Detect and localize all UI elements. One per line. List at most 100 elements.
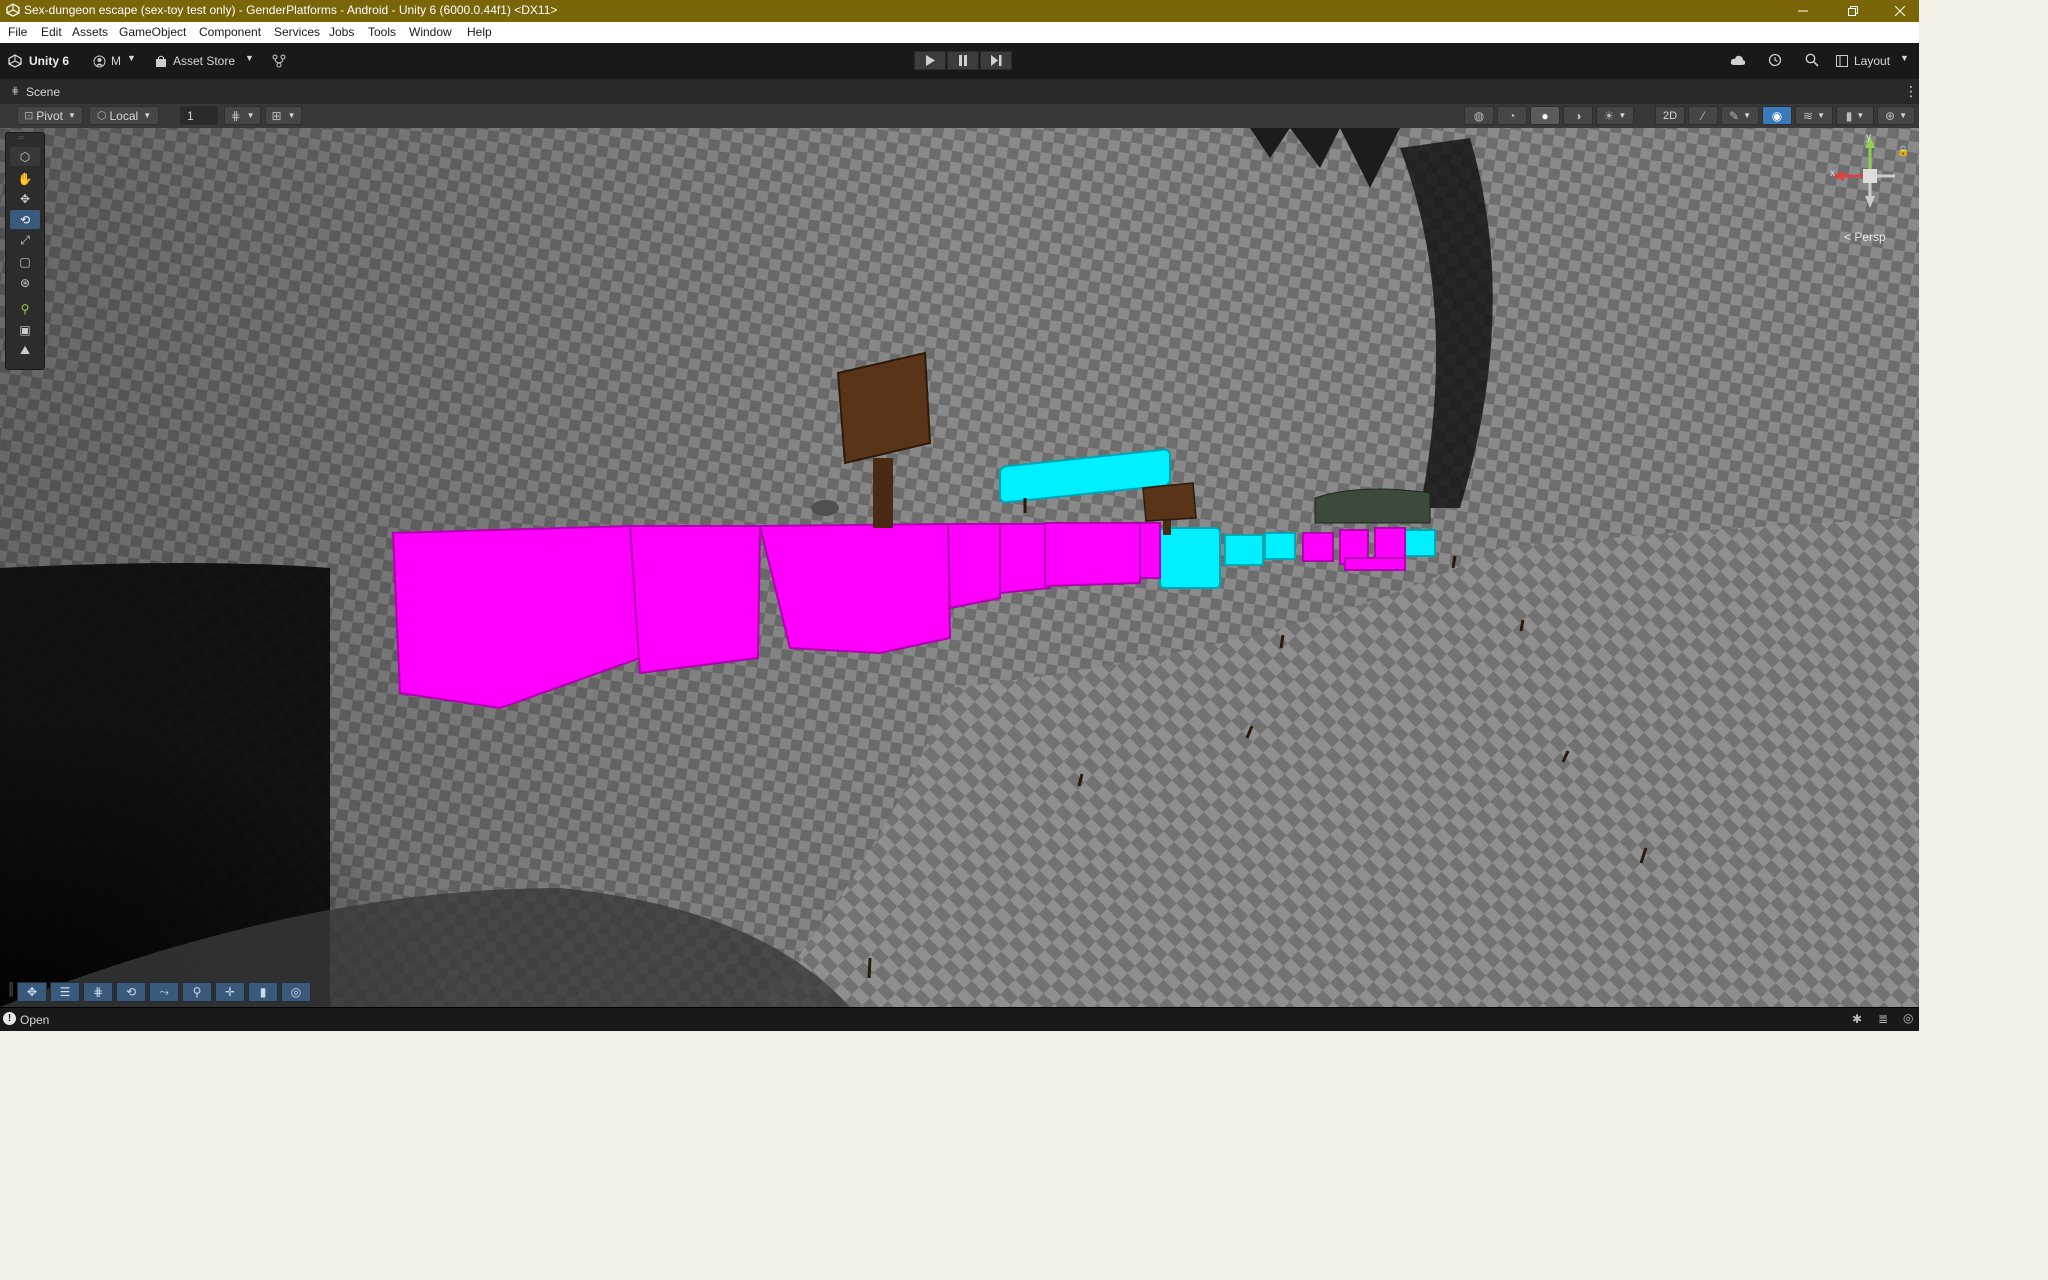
custom-tool-button[interactable]: ⚲ (10, 299, 40, 318)
layers-icon: ≋ (1803, 108, 1814, 123)
undo-history-icon[interactable] (1768, 53, 1782, 67)
audio-dropdown[interactable]: ✎ ▼ (1721, 106, 1759, 125)
2d-toggle[interactable]: 2D (1655, 106, 1685, 125)
menu-help[interactable]: Help (467, 25, 492, 39)
progress-check-icon[interactable]: ◎ (1903, 1011, 1913, 1025)
view-tool-button[interactable]: ⬡ (10, 147, 40, 166)
menu-jobs[interactable]: Jobs (329, 25, 354, 39)
overlay-pan-button[interactable]: ✛ (215, 982, 245, 1002)
menu-services[interactable]: Services (274, 25, 320, 39)
account-dropdown[interactable]: M ▼ (93, 53, 141, 70)
grid-snap-dropdown[interactable]: ⋕ ▼ (224, 106, 261, 125)
chevron-down-icon: ▼ (1817, 111, 1825, 120)
terrain-tool-button[interactable]: ⛰ (10, 341, 40, 360)
camera-dropdown[interactable]: ▮ ▼ (1836, 106, 1874, 125)
chevron-down-icon: ▼ (1618, 111, 1627, 120)
debug-bug-icon[interactable]: ✱ (1852, 1012, 1862, 1026)
more-options-icon[interactable]: ⋮ (1904, 83, 1918, 100)
rect-tool-button[interactable]: ▢ (10, 252, 40, 271)
transform-tool-button[interactable]: ⊛ (10, 273, 40, 292)
lock-icon[interactable]: 🔒 (1897, 146, 1909, 157)
overlay-zoom-button[interactable]: ⚲ (182, 982, 212, 1002)
orientation-button[interactable]: ◍ (1464, 106, 1494, 125)
account-icon (93, 55, 106, 68)
rotate-tool-button[interactable]: ⟲ (10, 210, 40, 229)
gizmos-dropdown[interactable]: ⊕ ▼ (1877, 106, 1915, 125)
overlay-settings-button[interactable]: ☰ (50, 982, 80, 1002)
pivot-dropdown[interactable]: ⊡ Pivot ▼ (17, 106, 83, 125)
unity-version-label[interactable]: Unity 6 (29, 54, 69, 68)
cache-server-icon[interactable]: ≣ (1878, 1012, 1888, 1026)
menu-tools[interactable]: Tools (368, 25, 396, 39)
chevron-down-icon: ▼ (127, 53, 136, 63)
scene-tab-bar: ⋕ Scene ⋮ (0, 79, 1919, 105)
scale-tool-button[interactable]: ⤢ (10, 231, 40, 250)
menu-window[interactable]: Window (409, 25, 452, 39)
hand-tool-button[interactable]: ✋ (10, 169, 40, 188)
drag-handle-icon[interactable]: ═ (18, 133, 24, 142)
asset-store-dropdown[interactable]: Asset Store ▼ (155, 53, 259, 70)
shaded-button[interactable]: ● (1530, 106, 1560, 125)
globe-icon: ◍ (1473, 108, 1485, 123)
space-dropdown[interactable]: ⬡ Local ▼ (89, 106, 159, 125)
chevron-down-icon: ▼ (245, 53, 254, 63)
overlay-path-button[interactable]: ⤳ (149, 982, 179, 1002)
move-icon: ✥ (26, 985, 38, 999)
minimize-button[interactable] (1786, 0, 1820, 22)
overlay-grid-button[interactable]: ⋕ (83, 982, 113, 1002)
chevron-down-icon: ▼ (143, 111, 152, 120)
scene-visibility-toggle[interactable]: ◉ (1762, 106, 1792, 125)
menu-component[interactable]: Component (199, 25, 261, 39)
scene-render (0, 128, 1919, 1007)
layout-dropdown[interactable]: Layout ▼ (1836, 53, 1911, 70)
menu-gameobject[interactable]: GameObject (119, 25, 186, 39)
overlay-camera-button[interactable]: ▮ (248, 982, 278, 1002)
step-icon (990, 55, 1001, 66)
cube-icon: ⬡ (19, 149, 31, 164)
search-icon[interactable] (1805, 53, 1819, 67)
pause-button[interactable] (947, 51, 979, 70)
maximize-button[interactable] (1836, 0, 1870, 22)
drag-handle-icon[interactable]: ║ (7, 982, 16, 996)
overlay-move-button[interactable]: ✥ (17, 982, 47, 1002)
move-tool-button[interactable]: ✥ (10, 189, 40, 208)
play-button[interactable] (914, 51, 946, 70)
camera-icon: ▮ (259, 985, 267, 999)
chevron-down-icon: ▼ (287, 111, 296, 120)
main-toolbar: Unity 6 M ▼ Asset Store ▼ Layout ▼ (0, 43, 1919, 79)
projection-label[interactable]: < Persp (1844, 230, 1886, 244)
scene-orientation-gizmo[interactable]: y x 🔒 < Persp (1820, 132, 1915, 254)
wireframe-button[interactable]: ◔ (1497, 106, 1527, 125)
overlay-rotate-button[interactable]: ⟲ (116, 982, 146, 1002)
debug-draw-dropdown[interactable]: ☀ ▼ (1596, 106, 1634, 125)
gizmos-icon: ⊕ (1885, 108, 1896, 123)
play-icon (926, 55, 935, 66)
cloud-icon[interactable] (1730, 54, 1746, 67)
compass-icon: ◎ (290, 985, 302, 999)
grid-size-value: 1 (187, 108, 194, 123)
grid-snap-icon: ⋕ (230, 108, 241, 123)
grid-icon: ⋕ (11, 86, 20, 97)
unity-editor-window: Sex-dungeon escape (sex-toy test only) -… (0, 0, 1919, 1031)
close-button[interactable] (1883, 0, 1917, 22)
overlay-compass-button[interactable]: ◎ (281, 982, 311, 1002)
probuilder-tool-button[interactable]: ▣ (10, 320, 40, 339)
version-control-icon[interactable] (272, 54, 286, 68)
lighting-toggle[interactable]: ⁄ (1688, 106, 1718, 125)
step-button[interactable] (980, 51, 1012, 70)
scale-icon: ⤢ (20, 233, 30, 247)
scene-viewport[interactable]: y x 🔒 < Persp ═ ⬡ ✋ ✥ ⟲ ⤢ ▢ ⊛ ⚲ ▣ ⛰ ║ ✥ … (0, 128, 1919, 1007)
snap-settings-dropdown[interactable]: ⊞ ▼ (265, 106, 302, 125)
status-bar: ! Open ✱ ≣ ◎ (0, 1007, 1919, 1031)
menu-assets[interactable]: Assets (72, 25, 108, 39)
menu-file[interactable]: File (8, 25, 27, 39)
tab-scene[interactable]: ⋕ Scene (0, 79, 72, 104)
menu-edit[interactable]: Edit (41, 25, 62, 39)
grid-size-field[interactable]: 1 (180, 106, 218, 125)
layers-dropdown[interactable]: ≋ ▼ (1795, 106, 1833, 125)
status-message[interactable]: Open (20, 1013, 49, 1027)
unlit-button[interactable]: ◑ (1563, 106, 1593, 125)
gizmo-x-label: x (1830, 168, 1835, 179)
camera-icon: ▮ (1845, 108, 1853, 123)
eye-icon: ◉ (1771, 108, 1783, 123)
